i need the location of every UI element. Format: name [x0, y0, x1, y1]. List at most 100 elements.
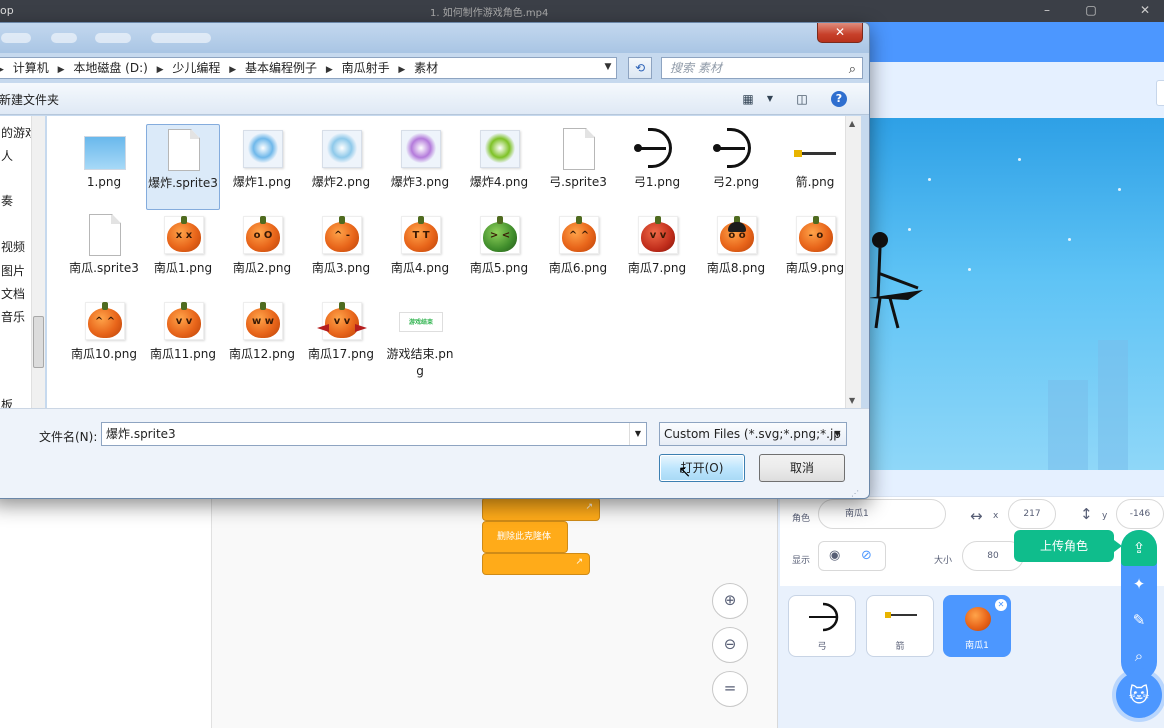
file-item[interactable]: 箭.png: [778, 124, 852, 210]
cancel-button[interactable]: 取消: [759, 454, 845, 482]
code-block-top[interactable]: ↗: [482, 497, 600, 521]
preview-pane-icon[interactable]: ◫: [793, 90, 811, 108]
file-item[interactable]: ^ ^ 南瓜6.png: [541, 210, 615, 296]
file-item[interactable]: o o 南瓜8.png: [699, 210, 773, 296]
nav-item-pictures[interactable]: 图片: [1, 262, 25, 279]
file-item[interactable]: v v 南瓜17.png: [304, 296, 378, 382]
dialog-close-button[interactable]: ✕: [817, 23, 863, 43]
block-palette[interactable]: [0, 497, 212, 728]
stage-size-button[interactable]: [1156, 80, 1164, 106]
choose-sprite-cat-icon[interactable]: 🐱: [1116, 672, 1162, 718]
file-item[interactable]: x x 南瓜1.png: [146, 210, 220, 296]
view-dropdown-icon[interactable]: ▼: [761, 90, 779, 108]
nav-item-music[interactable]: 音乐: [1, 308, 25, 325]
sprite-thumb-arrow[interactable]: 箭: [866, 595, 934, 657]
visibility-toggle[interactable]: ◉ ⊘: [818, 541, 886, 571]
file-list[interactable]: 1.png 爆炸.sprite3 爆炸1.png 爆炸2.png 爆炸3.png 爆炸4.…: [47, 116, 845, 408]
zoom-out-button[interactable]: ⊖: [712, 627, 748, 663]
file-item[interactable]: ^ - 南瓜3.png: [304, 210, 378, 296]
nav-item-videos[interactable]: 视频: [1, 238, 25, 255]
window-close-icon[interactable]: ✕: [1138, 3, 1152, 17]
breadcrumb-computer[interactable]: 计算机: [9, 58, 53, 78]
surprise-icon[interactable]: ✦: [1121, 566, 1157, 602]
file-item[interactable]: > < 南瓜5.png: [462, 210, 536, 296]
window-title: 1. 如何制作游戏角色.mp4: [430, 8, 549, 19]
breadcrumb-separator[interactable]: ▶: [228, 60, 237, 78]
scroll-down-icon[interactable]: ▼: [849, 396, 855, 405]
pumpkin-icon: ^ -: [318, 214, 364, 258]
sprite-thumb-bow[interactable]: 弓: [788, 595, 856, 657]
refresh-icon[interactable]: ⟲: [628, 57, 652, 79]
eye-slash-icon[interactable]: ⊘: [861, 542, 872, 570]
sprite-thumb-pumpkin[interactable]: ✕ 南瓜1: [943, 595, 1011, 657]
file-item[interactable]: 弓1.png: [620, 124, 694, 210]
file-name: 南瓜5.png: [469, 261, 529, 275]
breadcrumb-folder[interactable]: 南瓜射手: [338, 58, 394, 78]
breadcrumb-separator[interactable]: ▶: [57, 60, 66, 78]
file-item[interactable]: 弓2.png: [699, 124, 773, 210]
file-type-dropdown-icon[interactable]: ▼: [829, 423, 846, 445]
search-icon[interactable]: ⌕: [849, 60, 856, 80]
file-item[interactable]: 弓.sprite3: [541, 124, 615, 210]
eye-icon[interactable]: ◉: [829, 542, 840, 570]
file-item[interactable]: 游戏结束 游戏结束.png: [383, 296, 457, 382]
nav-item[interactable]: 人: [1, 147, 13, 164]
file-item[interactable]: v v 南瓜11.png: [146, 296, 220, 382]
file-item[interactable]: ^ ^ 南瓜10.png: [67, 296, 141, 382]
file-item[interactable]: - o 南瓜9.png: [778, 210, 852, 296]
nav-scrollbar-thumb[interactable]: [33, 316, 44, 368]
scroll-up-icon[interactable]: ▲: [849, 119, 855, 128]
file-item[interactable]: 爆炸1.png: [225, 124, 299, 210]
search-input[interactable]: 搜索 素材 ⌕: [661, 57, 863, 79]
x-input[interactable]: 217: [1008, 499, 1056, 529]
file-item[interactable]: v v 南瓜7.png: [620, 210, 694, 296]
upload-icon[interactable]: ⇪: [1121, 530, 1157, 566]
nav-item-documents[interactable]: 文档: [1, 285, 25, 302]
breadcrumb-folder[interactable]: 基本编程例子: [241, 58, 321, 78]
file-item[interactable]: 爆炸4.png: [462, 124, 536, 210]
code-block-bottom[interactable]: ↗: [482, 553, 590, 575]
search-placeholder: 搜索 素材: [670, 61, 722, 75]
view-options-icon[interactable]: ▦: [739, 90, 757, 108]
nav-scrollbar[interactable]: [31, 116, 45, 408]
search-sprite-icon[interactable]: ⌕: [1121, 638, 1157, 674]
filename-input[interactable]: 爆炸.sprite3: [101, 422, 647, 446]
breadcrumb-separator[interactable]: ▶: [397, 60, 406, 78]
file-type-select[interactable]: Custom Files (*.svg;*.png;*.jp: [659, 422, 847, 446]
nav-item[interactable]: 奏: [1, 192, 13, 209]
file-item[interactable]: o O 南瓜2.png: [225, 210, 299, 296]
breadcrumb-folder[interactable]: 少儿编程: [168, 58, 224, 78]
file-item[interactable]: w w 南瓜12.png: [225, 296, 299, 382]
castle-silhouette: [1098, 340, 1128, 470]
stage[interactable]: [868, 118, 1164, 470]
paint-icon[interactable]: ✎: [1121, 602, 1157, 638]
file-item[interactable]: 爆炸.sprite3: [146, 124, 220, 210]
address-dropdown-icon[interactable]: ▼: [599, 57, 617, 77]
filename-dropdown-icon[interactable]: ▼: [629, 423, 646, 445]
pumpkin-icon: o o: [713, 214, 759, 258]
breadcrumb-separator[interactable]: ▶: [0, 60, 5, 78]
file-scrollbar[interactable]: ▲ ▼: [845, 116, 861, 408]
breadcrumb-separator[interactable]: ▶: [156, 60, 165, 78]
sprite-name-input[interactable]: 南瓜1: [818, 499, 946, 529]
delete-clone-block[interactable]: 删除此克隆体: [482, 521, 568, 553]
help-icon[interactable]: ?: [831, 91, 847, 107]
address-bar[interactable]: ▶ 计算机 ▶ 本地磁盘 (D:) ▶ 少儿编程 ▶ 基本编程例子 ▶ 南瓜射手…: [0, 57, 617, 79]
new-folder-button[interactable]: 新建文件夹: [0, 91, 59, 108]
delete-sprite-icon[interactable]: ✕: [995, 599, 1007, 611]
breadcrumb-drive[interactable]: 本地磁盘 (D:): [69, 58, 151, 78]
breadcrumb-separator[interactable]: ▶: [325, 60, 334, 78]
file-item[interactable]: 爆炸2.png: [304, 124, 378, 210]
open-button[interactable]: 打开(O): [659, 454, 745, 482]
zoom-in-button[interactable]: ⊕: [712, 583, 748, 619]
file-item[interactable]: T T 南瓜4.png: [383, 210, 457, 296]
resize-grip-icon[interactable]: ⋰: [851, 489, 859, 498]
minimize-icon[interactable]: –: [1040, 3, 1054, 17]
zoom-reset-button[interactable]: =: [712, 671, 748, 707]
y-input[interactable]: -146: [1116, 499, 1164, 529]
breadcrumb-current[interactable]: 素材: [410, 58, 442, 78]
maximize-icon[interactable]: ▢: [1084, 3, 1098, 17]
file-item[interactable]: 南瓜.sprite3: [67, 210, 141, 296]
file-item[interactable]: 1.png: [67, 124, 141, 210]
file-item[interactable]: 爆炸3.png: [383, 124, 457, 210]
